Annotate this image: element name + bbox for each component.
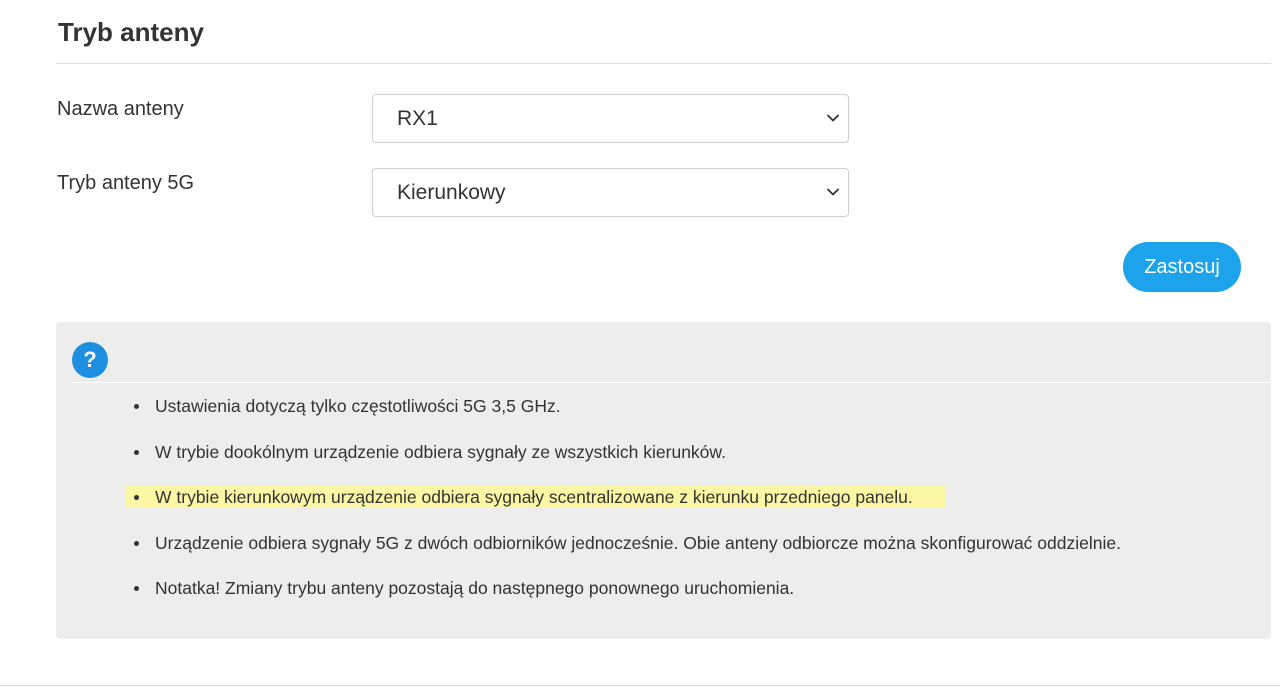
help-item-text: W trybie dookólnym urządzenie odbiera sy… [155,441,726,462]
help-panel: ? Ustawienia dotyczą tylko częstotliwośc… [56,322,1271,639]
bullet [134,449,139,455]
help-item-text: W trybie kierunkowym urządzenie odbiera … [155,487,913,507]
question-icon[interactable]: ? [72,342,108,378]
antenna-mode-5g-label: Tryb anteny 5G [57,172,195,194]
apply-button[interactable]: Zastosuj [1123,242,1241,292]
chevron-down-icon [827,188,839,196]
chevron-down-icon [827,114,839,122]
bullet [134,495,139,500]
help-item-text: Notatka! Zmiany trybu anteny pozostają d… [155,578,795,598]
antenna-mode-5g-select[interactable]: Kierunkowy [372,168,849,217]
page-title: Tryb anteny [58,17,204,47]
help-item-text: Urządzenie odbiera sygnały 5G z dwóch od… [155,532,1121,553]
bullet [134,586,139,591]
antenna-mode-page: Tryb anteny Nazwa anteny RX1 Tryb anteny… [0,0,1280,691]
antenna-mode-5g-value: Kierunkowy [397,181,506,204]
help-divider [72,382,1271,383]
title-divider [56,63,1271,64]
bullet [134,404,139,409]
antenna-name-select[interactable]: RX1 [372,94,849,143]
bottom-divider [0,685,1280,686]
antenna-name-value: RX1 [397,107,438,130]
antenna-name-label: Nazwa anteny [57,98,184,120]
bullet [134,540,139,546]
help-item-text: Ustawienia dotyczą tylko częstotliwości … [155,396,561,416]
